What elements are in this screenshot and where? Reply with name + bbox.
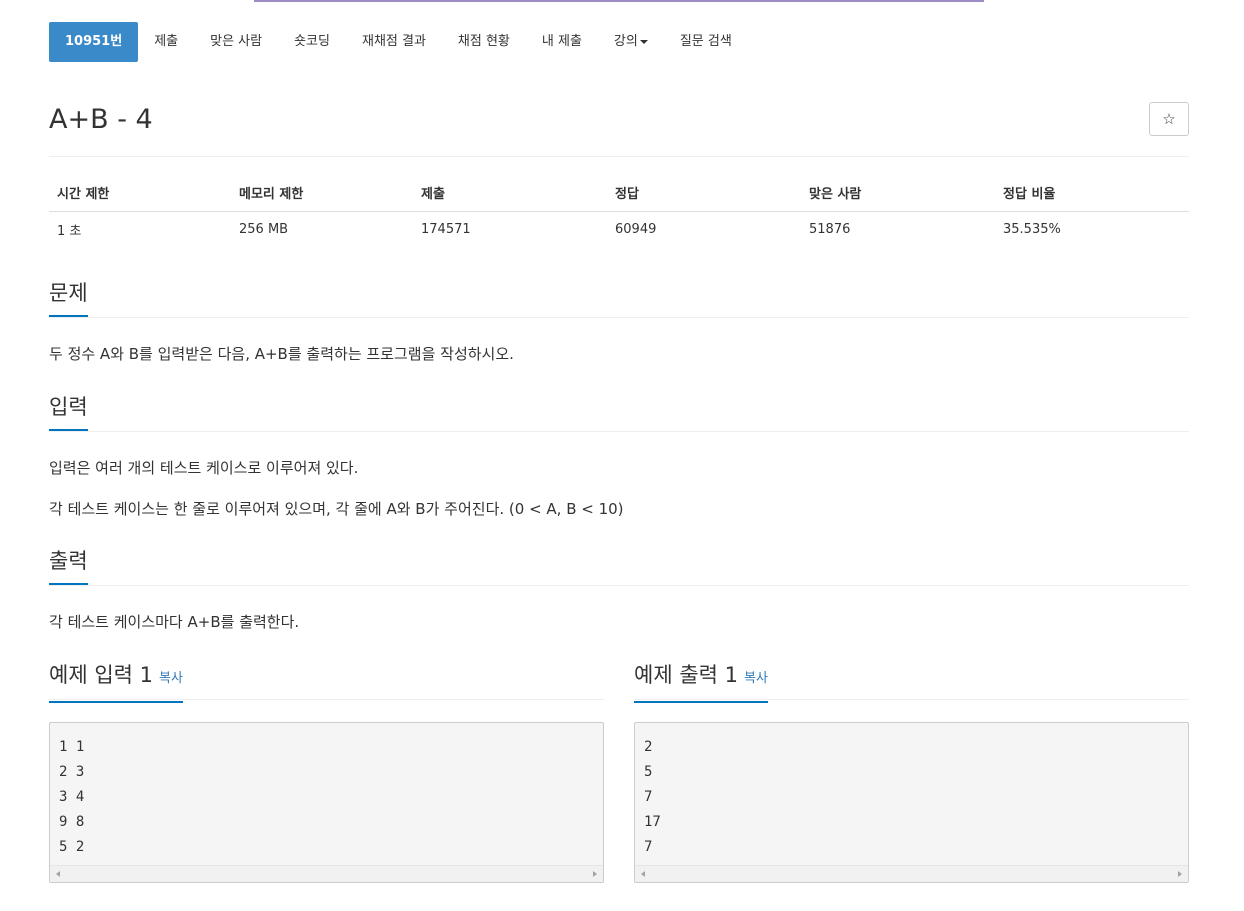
tab-label: 채점 현황 (457, 34, 510, 49)
tab-label: 내 제출 (541, 34, 582, 49)
section-title: 출력 (49, 546, 88, 585)
problem-title: A+B - 4 (49, 104, 153, 135)
solved-users-cell: 51876 (809, 221, 851, 237)
column-header: 정답 (607, 175, 801, 212)
column-header: 제출 (413, 175, 607, 212)
section-header: 예제 입력 1 복사 (49, 660, 604, 703)
sample-output-section: 예제 출력 1 복사 (634, 660, 1189, 703)
accept-ratio-cell: 35.535% (1003, 221, 1061, 237)
tab-judge-status[interactable]: 채점 현황 (442, 22, 526, 62)
star-icon: ☆ (1162, 110, 1176, 128)
tab-my-submissions[interactable]: 내 제출 (526, 22, 598, 62)
horizontal-scrollbar[interactable] (635, 865, 1188, 882)
scroll-left-icon[interactable] (56, 871, 60, 877)
copy-sample-output-link[interactable]: 복사 (744, 671, 768, 686)
output-section: 출력 각 테스트 케이스마다 A+B를 출력한다. (49, 546, 1189, 632)
tab-question-search[interactable]: 질문 검색 (664, 22, 748, 62)
section-title: 입력 (49, 392, 88, 431)
copy-sample-input-link[interactable]: 복사 (159, 671, 183, 686)
description-text: 두 정수 A와 B를 입력받은 다음, A+B를 출력하는 프로그램을 작성하시… (49, 345, 514, 363)
column-header: 메모리 제한 (231, 175, 413, 212)
tab-label: 맞은 사람 (210, 34, 263, 49)
sample-input-section: 예제 입력 1 복사 (49, 660, 604, 703)
input-section: 입력 입력은 여러 개의 테스트 케이스로 이루어져 있다. 각 테스트 케이스… (49, 392, 1189, 519)
table-header-row: 시간 제한 메모리 제한 제출 정답 맞은 사람 정답 비율 (49, 175, 1189, 212)
sample-input-box[interactable]: 1 1 2 3 3 4 9 8 5 2 (49, 722, 604, 883)
tab-lectures-dropdown[interactable]: 강의 (598, 22, 664, 62)
section-header: 예제 출력 1 복사 (634, 660, 1189, 703)
caret-down-icon (639, 39, 648, 44)
column-header: 맞은 사람 (801, 175, 995, 212)
section-title: 문제 (49, 278, 88, 317)
tab-short-coding[interactable]: 숏코딩 (278, 22, 346, 62)
sample-input-content: 1 1 2 3 3 4 9 8 5 2 (59, 739, 85, 855)
table-row: 1 초 256 MB 174571 60949 51876 35.535% (49, 211, 1189, 247)
sample-input-title: 예제 입력 1 (49, 663, 153, 687)
scroll-right-icon[interactable] (1178, 871, 1182, 877)
tab-solved-users[interactable]: 맞은 사람 (194, 22, 278, 62)
problem-menu: 10951번 제출 맞은 사람 숏코딩 재채점 결과 채점 현황 내 제출 강의… (49, 22, 748, 62)
scroll-left-icon[interactable] (641, 871, 645, 877)
section-title: 예제 입력 1 복사 (49, 660, 183, 703)
section-header: 문제 (49, 278, 1189, 318)
scroll-right-icon[interactable] (593, 871, 597, 877)
accepted-cell: 60949 (615, 221, 657, 237)
sample-output-box[interactable]: 2 5 7 17 7 (634, 722, 1189, 883)
output-description-text: 각 테스트 케이스마다 A+B를 출력한다. (49, 613, 300, 631)
tab-label: 재채점 결과 (361, 34, 426, 49)
star-button[interactable]: ☆ (1149, 102, 1189, 136)
input-description-line: 입력은 여러 개의 테스트 케이스로 이루어져 있다. (49, 459, 359, 477)
memory-limit-cell: 256 MB (239, 221, 289, 237)
column-header: 시간 제한 (49, 175, 231, 212)
column-header: 정답 비율 (995, 175, 1189, 212)
tab-problem[interactable]: 10951번 (49, 22, 139, 62)
horizontal-scrollbar[interactable] (50, 865, 603, 882)
problem-description-section: 문제 두 정수 A와 B를 입력받은 다음, A+B를 출력하는 프로그램을 작… (49, 278, 1189, 364)
input-description-line: 각 테스트 케이스는 한 줄로 이루어져 있으며, 각 줄에 A와 B가 주어진… (49, 500, 624, 518)
tab-label: 강의 (613, 34, 638, 49)
section-header: 출력 (49, 546, 1189, 586)
tab-rejudge-results[interactable]: 재채점 결과 (346, 22, 442, 62)
submissions-cell: 174571 (421, 221, 471, 237)
tab-submit[interactable]: 제출 (138, 22, 194, 62)
section-header: 입력 (49, 392, 1189, 432)
tab-label: 제출 (154, 34, 179, 49)
sample-output-title: 예제 출력 1 (634, 663, 738, 687)
section-title: 예제 출력 1 복사 (634, 660, 768, 703)
problem-info-table: 시간 제한 메모리 제한 제출 정답 맞은 사람 정답 비율 1 초 256 M… (49, 175, 1189, 247)
top-accent-line (254, 0, 984, 2)
title-divider (49, 156, 1189, 157)
sample-output-content: 2 5 7 17 7 (644, 739, 661, 855)
tab-label: 10951번 (65, 34, 123, 49)
time-limit-cell: 1 초 (57, 223, 82, 239)
tab-label: 숏코딩 (294, 34, 330, 49)
tab-label: 질문 검색 (679, 34, 732, 49)
